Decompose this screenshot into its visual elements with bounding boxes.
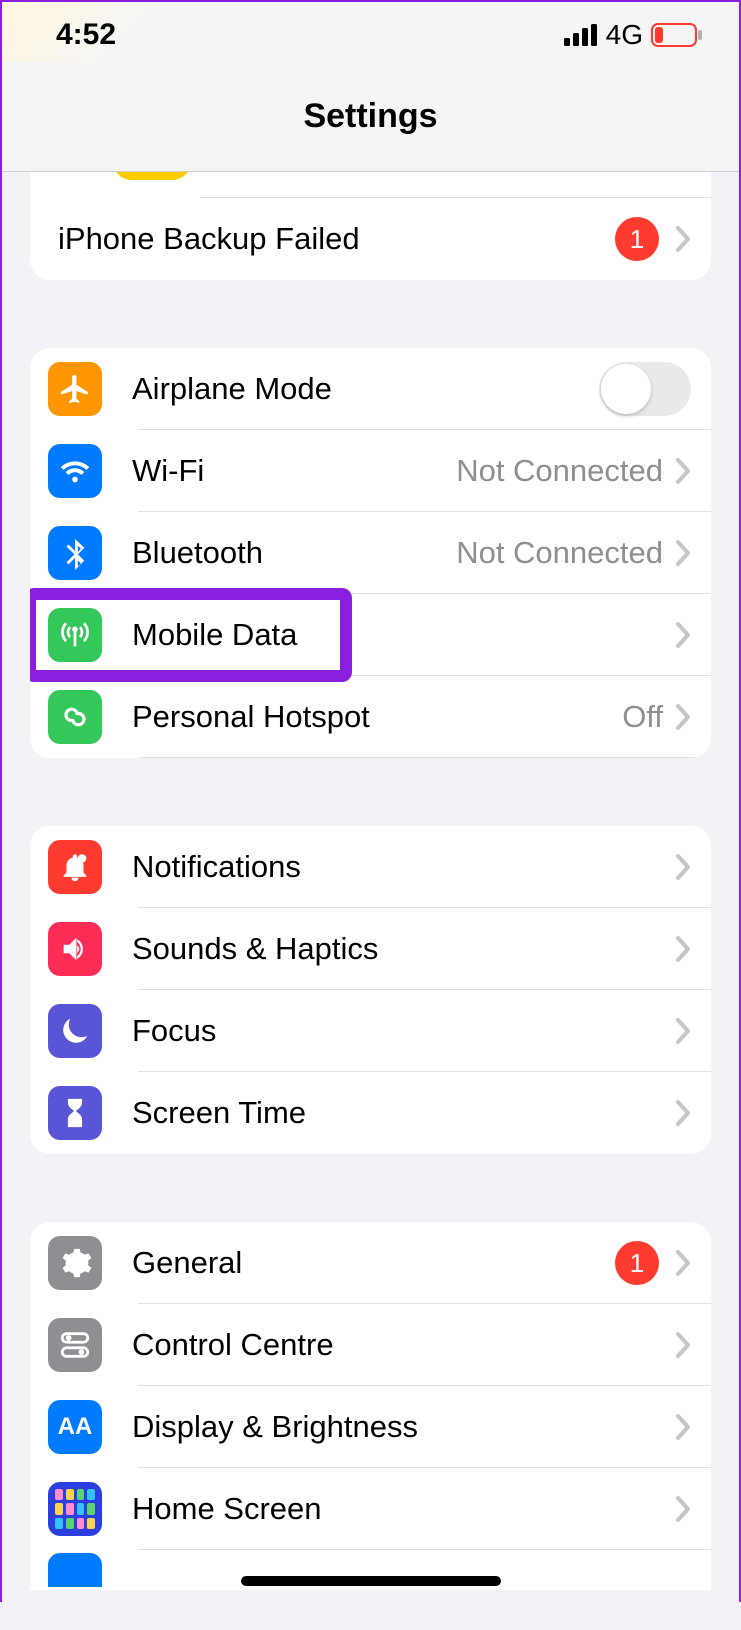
row-label: Home Screen — [132, 1491, 675, 1527]
network-label: 4G — [606, 19, 643, 51]
row-personal-hotspot[interactable]: Personal Hotspot Off — [30, 676, 711, 758]
row-value: Not Connected — [456, 453, 663, 489]
row-home-screen[interactable]: Home Screen — [30, 1468, 711, 1550]
chevron-right-icon — [675, 539, 691, 567]
wifi-icon — [48, 444, 102, 498]
chevron-right-icon — [675, 1413, 691, 1441]
row-label: General — [132, 1245, 615, 1281]
speaker-icon — [48, 922, 102, 976]
badge: 1 — [615, 1241, 659, 1285]
page-title: Settings — [303, 97, 437, 136]
row-mobile-data[interactable]: Mobile Data — [30, 594, 711, 676]
row-airplane-mode[interactable]: Airplane Mode — [30, 348, 711, 430]
bluetooth-icon — [48, 526, 102, 580]
hourglass-icon — [48, 1086, 102, 1140]
status-bar: 4:52 4G — [2, 2, 739, 62]
row-backup-failed[interactable]: iPhone Backup Failed 1 — [30, 198, 711, 280]
text-size-icon: AA — [48, 1400, 102, 1454]
gear-icon — [48, 1236, 102, 1290]
battery-low-icon — [651, 23, 703, 47]
chevron-right-icon — [675, 1099, 691, 1127]
home-indicator[interactable] — [241, 1576, 501, 1586]
cellular-signal-icon — [564, 24, 598, 46]
group-connectivity: Airplane Mode Wi-Fi Not Connected Blueto… — [30, 348, 711, 758]
airplane-icon — [48, 362, 102, 416]
chevron-right-icon — [675, 1249, 691, 1277]
row-wifi[interactable]: Wi-Fi Not Connected — [30, 430, 711, 512]
row-label: Personal Hotspot — [132, 699, 622, 735]
chevron-right-icon — [675, 1331, 691, 1359]
sun-icon — [112, 172, 192, 180]
row-label: Screen Time — [132, 1095, 675, 1131]
status-time: 4:52 — [56, 18, 116, 52]
row-sounds[interactable]: Sounds & Haptics — [30, 908, 711, 990]
status-right: 4G — [564, 19, 703, 51]
row-value: Off — [622, 699, 663, 735]
hotspot-icon — [48, 690, 102, 744]
group-account: iPhone Backup Failed 1 — [30, 172, 711, 280]
badge: 1 — [615, 217, 659, 261]
page-header: Settings — [2, 62, 739, 172]
row-label: Control Centre — [132, 1327, 675, 1363]
row-label: Mobile Data — [132, 617, 675, 653]
row-label: Display & Brightness — [132, 1409, 675, 1445]
group-general: General 1 Control Centre AA Display — [30, 1222, 711, 1590]
row-label: iPhone Backup Failed — [58, 221, 615, 257]
row-focus[interactable]: Focus — [30, 990, 711, 1072]
chevron-right-icon — [675, 1495, 691, 1523]
airplane-toggle[interactable] — [599, 362, 691, 416]
row-screen-time[interactable]: Screen Time — [30, 1072, 711, 1154]
home-grid-icon — [48, 1482, 102, 1536]
switches-icon — [48, 1318, 102, 1372]
chevron-right-icon — [675, 853, 691, 881]
row-label: Bluetooth — [132, 535, 456, 571]
chevron-right-icon — [675, 621, 691, 649]
settings-list[interactable]: iPhone Backup Failed 1 Airplane Mode Wi-… — [2, 172, 739, 1630]
row-label: Airplane Mode — [132, 371, 599, 407]
chevron-right-icon — [675, 457, 691, 485]
bell-icon — [48, 840, 102, 894]
row-bluetooth[interactable]: Bluetooth Not Connected — [30, 512, 711, 594]
row-display-brightness[interactable]: AA Display & Brightness — [30, 1386, 711, 1468]
row-label: Sounds & Haptics — [132, 931, 675, 967]
group-alerts: Notifications Sounds & Haptics Focus Scr… — [30, 826, 711, 1154]
chevron-right-icon — [675, 935, 691, 963]
row-label: Focus — [132, 1013, 675, 1049]
row-general[interactable]: General 1 — [30, 1222, 711, 1304]
row-label: Notifications — [132, 849, 675, 885]
chevron-right-icon — [675, 225, 691, 253]
chevron-right-icon — [675, 703, 691, 731]
row-control-centre[interactable]: Control Centre — [30, 1304, 711, 1386]
chevron-right-icon — [675, 1017, 691, 1045]
moon-icon — [48, 1004, 102, 1058]
row-value: Not Connected — [456, 535, 663, 571]
accessibility-icon — [48, 1553, 102, 1587]
account-row-partial[interactable] — [30, 172, 711, 198]
antenna-icon — [48, 608, 102, 662]
row-notifications[interactable]: Notifications — [30, 826, 711, 908]
row-label: Wi-Fi — [132, 453, 456, 489]
